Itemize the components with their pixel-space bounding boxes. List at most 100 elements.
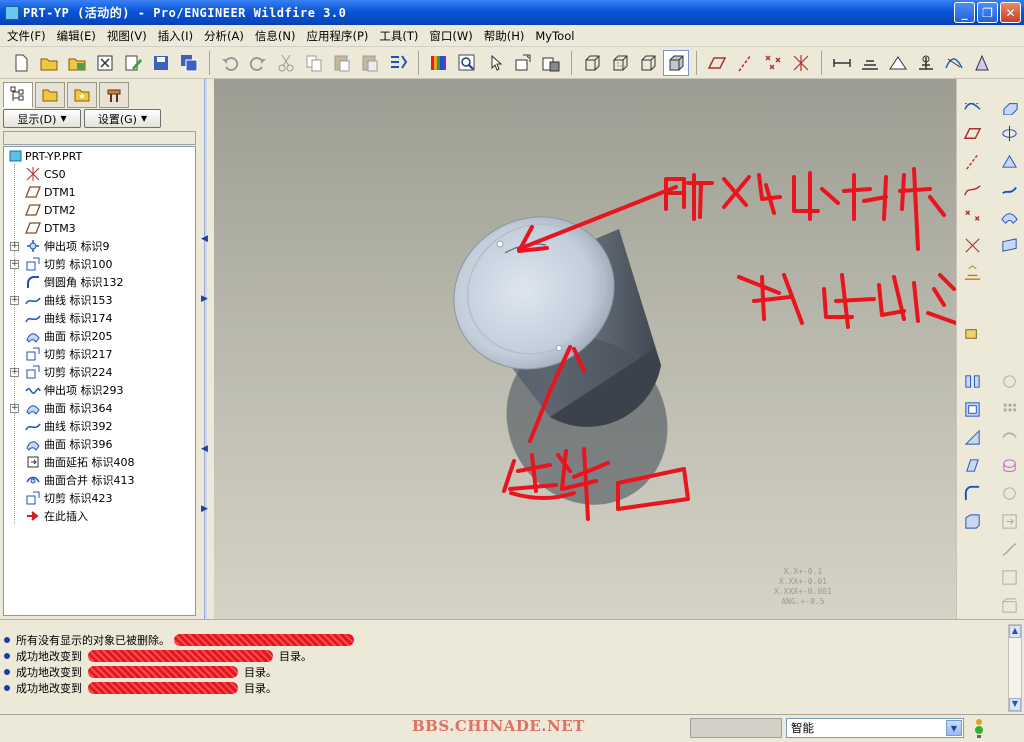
cut-icon[interactable] (273, 50, 299, 76)
extend-icon[interactable] (997, 509, 1021, 533)
analysis-icon[interactable] (885, 50, 911, 76)
menu-item[interactable]: 文件(F) (4, 28, 54, 44)
undo-icon[interactable] (217, 50, 243, 76)
save-copy-icon[interactable] (176, 50, 202, 76)
paste-special-icon[interactable] (357, 50, 383, 76)
curvature-icon[interactable] (941, 50, 967, 76)
expand-arrow-icon[interactable]: ▶ (201, 504, 209, 514)
blend-icon[interactable] (997, 177, 1021, 201)
show-dropdown[interactable]: 显示(D) ▼ (3, 109, 81, 128)
tree-item[interactable]: + 伸出项 标识9 (4, 237, 195, 255)
dropdown-arrow-icon[interactable]: ▼ (946, 720, 962, 736)
section-icon[interactable] (857, 50, 883, 76)
copy-icon[interactable] (301, 50, 327, 76)
menu-item[interactable]: 视图(V) (104, 28, 155, 44)
chamfer-icon[interactable] (960, 509, 984, 533)
new-file-icon[interactable] (8, 50, 34, 76)
menu-item[interactable]: 插入(I) (155, 28, 201, 44)
menu-item[interactable]: 分析(A) (201, 28, 252, 44)
analysis-feature-icon[interactable] (960, 261, 984, 285)
shaded-icon[interactable] (663, 49, 689, 76)
saved-views-icon[interactable] (538, 50, 564, 76)
menu-item[interactable]: 信息(N) (252, 28, 304, 44)
zoom-icon[interactable] (454, 50, 480, 76)
solidify-icon[interactable] (997, 481, 1021, 505)
tree-column-header[interactable] (3, 131, 196, 145)
tree-item[interactable]: 在此插入 (4, 507, 195, 525)
minimize-button[interactable]: _ (954, 2, 975, 23)
tree-item[interactable]: DTM3 (4, 219, 195, 237)
hidden-line-icon[interactable] (607, 50, 633, 76)
tree-item[interactable]: + 切剪 标识224 (4, 363, 195, 381)
redo-icon[interactable] (245, 50, 271, 76)
collapse-arrow-icon[interactable]: ◀ (201, 234, 209, 244)
tree-item[interactable]: 切剪 标识423 (4, 489, 195, 507)
expand-toggle-icon[interactable]: + (10, 295, 19, 305)
save-icon[interactable] (148, 50, 174, 76)
edit-icon[interactable] (120, 50, 146, 76)
hole-icon[interactable] (960, 369, 984, 393)
scroll-up-icon[interactable]: ▲ (1009, 625, 1021, 638)
expand-toggle-icon[interactable]: + (10, 367, 19, 377)
datum-point-toggle-icon[interactable] (760, 50, 786, 76)
style-icon[interactable] (997, 233, 1021, 257)
tree-item[interactable]: + 曲线 标识153 (4, 291, 195, 309)
expand-toggle-icon[interactable]: + (10, 259, 19, 269)
tree-item[interactable]: 伸出项 标识293 (4, 381, 195, 399)
open-session-icon[interactable] (64, 50, 90, 76)
pattern-icon[interactable] (997, 397, 1021, 421)
tree-item[interactable]: CS0 (4, 165, 195, 183)
shell-icon[interactable] (960, 397, 984, 421)
extrude-icon[interactable] (997, 93, 1021, 117)
curve-icon[interactable] (960, 177, 984, 201)
tree-item[interactable]: DTM1 (4, 183, 195, 201)
sketch-icon[interactable] (960, 93, 984, 117)
tree-item[interactable]: 曲面 标识396 (4, 435, 195, 453)
menu-item[interactable]: 应用程序(P) (303, 28, 376, 44)
tab-connections[interactable] (99, 82, 129, 108)
csys-toggle-icon[interactable] (788, 50, 814, 76)
rib-icon[interactable] (960, 425, 984, 449)
no-hidden-icon[interactable] (635, 50, 661, 76)
tree-item[interactable]: 曲面 标识205 (4, 327, 195, 345)
graphics-viewport[interactable]: X.X+-0.1 X.XX+-0.01 X.XXX+-0.001 ANG.+-0.5 (214, 79, 956, 619)
tree-item[interactable]: 曲面延拓 标识408 (4, 453, 195, 471)
panel-splitter[interactable]: ◀ ▶ ◀ ▶ (199, 79, 214, 619)
settings-dropdown[interactable]: 设置(G) ▼ (84, 109, 161, 128)
menu-item[interactable]: MyTool (532, 29, 582, 43)
draft-check-icon[interactable] (969, 50, 995, 76)
appearance-icon[interactable] (426, 50, 452, 76)
spin-center-icon[interactable] (482, 50, 508, 76)
menu-item[interactable]: 工具(T) (376, 28, 426, 44)
thicken-icon[interactable] (997, 565, 1021, 589)
offset-icon[interactable] (997, 453, 1021, 477)
tab-folder-browser[interactable] (35, 82, 65, 108)
mirror-icon[interactable] (997, 369, 1021, 393)
tree-item[interactable]: + 曲面 标识364 (4, 399, 195, 417)
close-window-icon[interactable] (92, 50, 118, 76)
mass-icon[interactable] (913, 50, 939, 76)
tree-item[interactable]: 曲面合并 标识413 (4, 471, 195, 489)
intersect-icon[interactable] (997, 593, 1021, 617)
expand-toggle-icon[interactable]: + (10, 241, 19, 251)
paste-icon[interactable] (329, 50, 355, 76)
expand-toggle-icon[interactable]: + (10, 403, 19, 413)
merge-tool-icon[interactable] (997, 425, 1021, 449)
menu-item[interactable]: 帮助(H) (481, 28, 533, 44)
draft-icon[interactable] (960, 453, 984, 477)
tree-item[interactable]: 曲线 标识174 (4, 309, 195, 327)
tree-item[interactable]: PRT-YP.PRT (4, 147, 195, 165)
menu-item[interactable]: 窗口(W) (426, 28, 480, 44)
tab-favorites[interactable] (67, 82, 97, 108)
wireframe-icon[interactable] (579, 50, 605, 76)
revolve-icon[interactable] (997, 121, 1021, 145)
trim-icon[interactable] (997, 537, 1021, 561)
open-folder-icon[interactable] (36, 50, 62, 76)
tree-item[interactable]: 切剪 标识217 (4, 345, 195, 363)
tree-item[interactable]: 倒圆角 标识132 (4, 273, 195, 291)
view-manager-icon[interactable] (510, 50, 536, 76)
tree-item[interactable]: + 切剪 标识100 (4, 255, 195, 273)
collapse-arrow-icon[interactable]: ◀ (201, 444, 209, 454)
tab-model-tree[interactable] (3, 82, 33, 108)
regenerate-icon[interactable] (385, 50, 411, 76)
